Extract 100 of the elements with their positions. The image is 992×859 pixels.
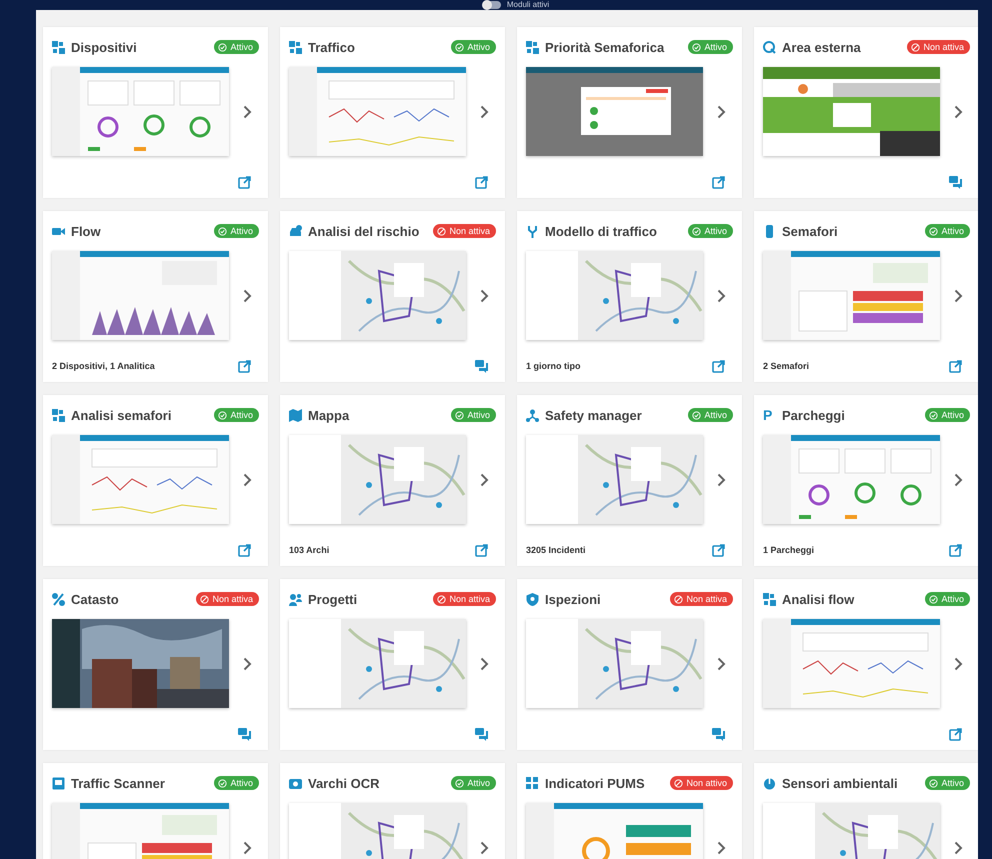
- shield-icon: [526, 592, 539, 606]
- map-icon: [289, 408, 302, 422]
- blocked-icon: [674, 594, 684, 604]
- chevron-right-icon[interactable]: [717, 104, 726, 118]
- module-title: Modello di traffico: [545, 224, 657, 238]
- module-title: Catasto: [71, 592, 119, 606]
- network-icon: [526, 408, 539, 422]
- check-circle-icon: [692, 410, 702, 420]
- external-link-icon[interactable]: [949, 544, 962, 556]
- chat-icon[interactable]: [475, 360, 488, 372]
- toggle-switch[interactable]: [482, 1, 501, 9]
- status-badge: Attivo: [925, 592, 970, 606]
- chat-icon[interactable]: [475, 728, 488, 740]
- external-link-icon[interactable]: [475, 176, 488, 188]
- status-badge: Attivo: [214, 40, 259, 54]
- chevron-right-icon[interactable]: [954, 840, 963, 854]
- check-circle-icon: [929, 226, 938, 236]
- chevron-right-icon[interactable]: [954, 472, 963, 486]
- scanner-icon: [52, 776, 65, 790]
- check-circle-icon: [929, 778, 938, 788]
- nodes-icon: [52, 40, 65, 54]
- chevron-right-icon[interactable]: [954, 288, 963, 302]
- status-badge: Non attiva: [433, 592, 496, 606]
- chevron-right-icon[interactable]: [480, 472, 489, 486]
- module-title: Parcheggi: [782, 408, 845, 422]
- chevron-right-icon[interactable]: [243, 840, 252, 854]
- chat-icon[interactable]: [949, 176, 962, 188]
- module-title: Mappa: [308, 408, 350, 422]
- nodes-icon: [763, 592, 776, 606]
- chevron-right-icon[interactable]: [243, 104, 252, 118]
- module-title: Dispositivi: [71, 40, 137, 54]
- nodes-icon: [526, 40, 539, 54]
- chevron-right-icon[interactable]: [717, 840, 726, 854]
- percent-icon: [52, 592, 65, 606]
- chevron-right-icon[interactable]: [717, 288, 726, 302]
- chevron-right-icon[interactable]: [480, 104, 489, 118]
- check-circle-icon: [218, 778, 228, 788]
- external-link-icon[interactable]: [949, 728, 962, 740]
- chevron-right-icon[interactable]: [480, 840, 489, 854]
- module-title: Area esterna: [782, 40, 861, 54]
- external-link-icon[interactable]: [475, 544, 488, 556]
- external-link-icon[interactable]: [238, 360, 251, 372]
- check-circle-icon: [929, 594, 938, 604]
- check-circle-icon: [455, 42, 464, 52]
- chevron-right-icon[interactable]: [243, 656, 252, 670]
- blocked-icon: [674, 778, 684, 788]
- status-badge: Attivo: [925, 408, 970, 422]
- check-circle-icon: [692, 226, 702, 236]
- chevron-right-icon[interactable]: [954, 104, 963, 118]
- external-link-icon[interactable]: [712, 176, 725, 188]
- status-badge: Non attiva: [433, 224, 496, 238]
- chevron-right-icon[interactable]: [717, 472, 726, 486]
- status-badge: Non attivo: [670, 776, 733, 790]
- status-badge: Attivo: [451, 40, 496, 54]
- nodes-icon: [289, 40, 302, 54]
- module-title: Traffico: [308, 40, 355, 54]
- status-badge: Attivo: [451, 776, 496, 790]
- blocked-icon: [437, 594, 446, 604]
- module-title: Traffic Scanner: [71, 776, 165, 790]
- status-badge: Attivo: [214, 776, 259, 790]
- external-link-icon[interactable]: [238, 544, 251, 556]
- chevron-right-icon[interactable]: [243, 472, 252, 486]
- module-title: Ispezioni: [545, 592, 601, 606]
- chevron-right-icon[interactable]: [954, 656, 963, 670]
- check-circle-icon: [218, 226, 228, 236]
- module-title: Priorità Semaforica: [545, 40, 664, 54]
- traffic-light-icon: [763, 224, 776, 238]
- status-badge: Attivo: [451, 408, 496, 422]
- status-badge: Attivo: [925, 776, 970, 790]
- module-title: Sensori ambientali: [782, 776, 898, 790]
- chat-icon[interactable]: [712, 728, 725, 740]
- status-badge: Attivo: [688, 40, 733, 54]
- check-circle-icon: [218, 410, 228, 420]
- module-summary: 1 Parcheggi: [763, 545, 814, 555]
- check-circle-icon: [218, 42, 228, 52]
- filter-label: Moduli attivi: [506, 0, 550, 10]
- module-title: Flow: [71, 224, 101, 238]
- external-link-icon[interactable]: [712, 360, 725, 372]
- module-title: Analisi flow: [782, 592, 854, 606]
- module-title: Indicatori PUMS: [545, 776, 645, 790]
- chevron-right-icon[interactable]: [243, 288, 252, 302]
- status-badge: Non attiva: [907, 40, 970, 54]
- chat-icon[interactable]: [238, 728, 251, 740]
- check-circle-icon: [929, 410, 938, 420]
- chevron-right-icon[interactable]: [480, 656, 489, 670]
- status-badge: Attivo: [214, 224, 259, 238]
- blocked-icon: [911, 42, 920, 52]
- external-link-icon[interactable]: [949, 360, 962, 372]
- chevron-right-icon[interactable]: [480, 288, 489, 302]
- module-summary: 2 Dispositivi, 1 Analitica: [52, 361, 155, 371]
- external-link-icon[interactable]: [712, 544, 725, 556]
- module-title: Progetti: [308, 592, 358, 606]
- status-badge: Attivo: [214, 408, 259, 422]
- parking-icon: P: [763, 408, 776, 422]
- chevron-right-icon[interactable]: [717, 656, 726, 670]
- module-summary: 2 Semafori: [763, 361, 810, 371]
- status-badge: Non attiva: [670, 592, 733, 606]
- external-link-icon[interactable]: [238, 176, 251, 188]
- module-title: Semafori: [782, 224, 838, 238]
- branch-icon: [526, 224, 539, 238]
